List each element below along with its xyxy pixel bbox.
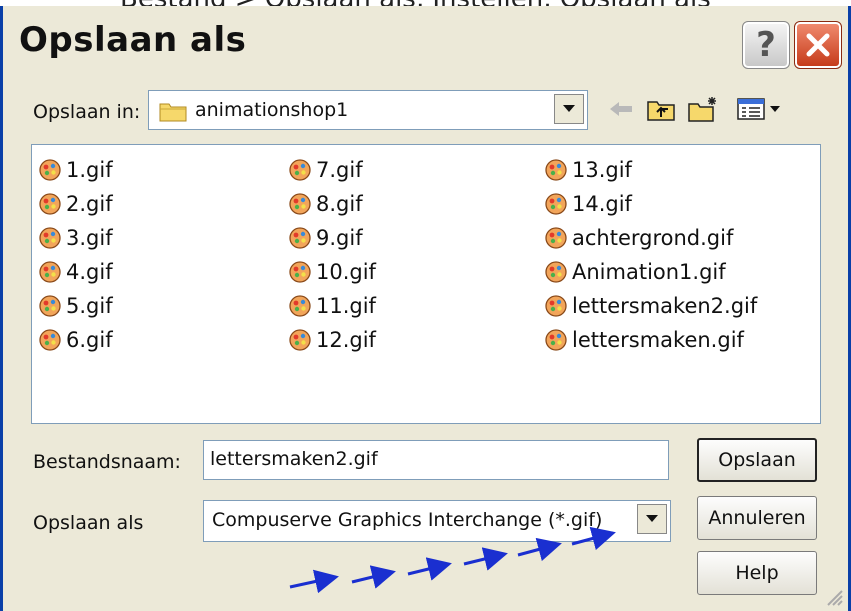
filetype-label: Opslaan als	[33, 512, 144, 534]
file-item[interactable]: 9.gif	[288, 221, 376, 255]
save-in-value: animationshop1	[195, 99, 349, 121]
file-item[interactable]: 12.gif	[288, 323, 376, 357]
file-list[interactable]: 1.gif 2.gif 3.gif 4.gif 5.gif 6.gif 7.gif 8.gi…	[31, 144, 821, 424]
title-bar: Opslaan als ?	[3, 6, 848, 82]
save-button[interactable]: Opslaan	[697, 438, 817, 482]
chevron-down-icon	[646, 515, 658, 522]
file-item[interactable]: lettersmaken2.gif	[544, 289, 757, 323]
file-column-3: 13.gif 14.gif achtergrond.gif Animation1.gi…	[544, 153, 757, 357]
window-title: Opslaan als	[19, 20, 247, 60]
gif-file-icon	[545, 329, 567, 351]
file-item[interactable]: 14.gif	[544, 187, 757, 221]
file-item[interactable]: 3.gif	[38, 221, 113, 255]
gif-file-icon	[289, 159, 311, 181]
folder-icon	[159, 103, 187, 122]
back-arrow-icon	[610, 102, 632, 116]
close-button[interactable]	[794, 21, 842, 69]
help-button[interactable]: Help	[697, 551, 817, 595]
resize-grip-icon[interactable]	[822, 585, 844, 607]
new-folder-button[interactable]	[685, 94, 721, 124]
save-as-dialog: Opslaan als ? Opslaan in: animationshop1	[0, 6, 851, 611]
gif-file-icon	[39, 329, 61, 351]
file-item[interactable]: 6.gif	[38, 323, 113, 357]
file-name: 1.gif	[66, 158, 113, 182]
gif-file-icon	[545, 295, 567, 317]
gif-file-icon	[39, 159, 61, 181]
file-item[interactable]: 1.gif	[38, 153, 113, 187]
file-name: achtergrond.gif	[572, 226, 734, 250]
file-name: 3.gif	[66, 226, 113, 250]
chevron-down-icon	[563, 105, 575, 112]
file-name: 13.gif	[572, 158, 632, 182]
file-name: 12.gif	[316, 328, 376, 352]
gif-file-icon	[289, 329, 311, 351]
close-icon	[806, 33, 830, 57]
save-in-label: Opslaan in:	[33, 101, 141, 123]
filetype-combo[interactable]: Compuserve Graphics Interchange (*.gif)	[203, 500, 671, 542]
file-item[interactable]: achtergrond.gif	[544, 221, 757, 255]
file-name: 2.gif	[66, 192, 113, 216]
cancel-button[interactable]: Annuleren	[697, 496, 817, 540]
file-name: lettersmaken2.gif	[572, 294, 758, 318]
save-in-dropdown-button[interactable]	[554, 94, 584, 124]
filename-input[interactable]: lettersmaken2.gif	[203, 440, 669, 480]
gif-file-icon	[289, 227, 311, 249]
help-title-button[interactable]: ?	[742, 21, 790, 69]
file-item[interactable]: 11.gif	[288, 289, 376, 323]
file-item[interactable]: 2.gif	[38, 187, 113, 221]
file-name: 14.gif	[572, 192, 632, 216]
file-name: 9.gif	[316, 226, 363, 250]
file-name: 6.gif	[66, 328, 113, 352]
view-menu-button[interactable]	[733, 94, 787, 124]
gif-file-icon	[545, 261, 567, 283]
file-item[interactable]: 10.gif	[288, 255, 376, 289]
gif-file-icon	[289, 193, 311, 215]
gif-file-icon	[39, 295, 61, 317]
gif-file-icon	[39, 227, 61, 249]
gif-file-icon	[545, 193, 567, 215]
gif-file-icon	[289, 295, 311, 317]
filetype-value: Compuserve Graphics Interchange (*.gif)	[212, 509, 603, 531]
filetype-dropdown-button[interactable]	[637, 504, 667, 534]
up-folder-icon	[647, 101, 675, 121]
file-name: 11.gif	[316, 294, 376, 318]
file-item[interactable]: 13.gif	[544, 153, 757, 187]
file-name: 10.gif	[316, 260, 376, 284]
save-in-combo[interactable]: animationshop1	[148, 90, 588, 130]
gif-file-icon	[545, 227, 567, 249]
gif-file-icon	[39, 261, 61, 283]
file-name: 4.gif	[66, 260, 113, 284]
file-name: lettersmaken.gif	[572, 328, 744, 352]
gif-file-icon	[39, 193, 61, 215]
filename-label: Bestandsnaam:	[33, 451, 181, 473]
file-name: 8.gif	[316, 192, 363, 216]
file-name: Animation1.gif	[572, 260, 726, 284]
gif-file-icon	[289, 261, 311, 283]
up-folder-button[interactable]	[643, 94, 679, 124]
file-name: 7.gif	[316, 158, 363, 182]
file-column-1: 1.gif 2.gif 3.gif 4.gif 5.gif 6.gif	[38, 153, 113, 357]
file-item[interactable]: 8.gif	[288, 187, 376, 221]
view-menu-icon	[737, 98, 780, 120]
file-item[interactable]: 4.gif	[38, 255, 113, 289]
back-button[interactable]	[603, 94, 639, 124]
file-item[interactable]: 7.gif	[288, 153, 376, 187]
file-item[interactable]: lettersmaken.gif	[544, 323, 757, 357]
file-item[interactable]: 5.gif	[38, 289, 113, 323]
file-item[interactable]: Animation1.gif	[544, 255, 757, 289]
new-folder-icon	[688, 97, 716, 122]
gif-file-icon	[545, 159, 567, 181]
file-name: 5.gif	[66, 294, 113, 318]
file-column-2: 7.gif 8.gif 9.gif 10.gif 11.gif 12.gif	[288, 153, 376, 357]
